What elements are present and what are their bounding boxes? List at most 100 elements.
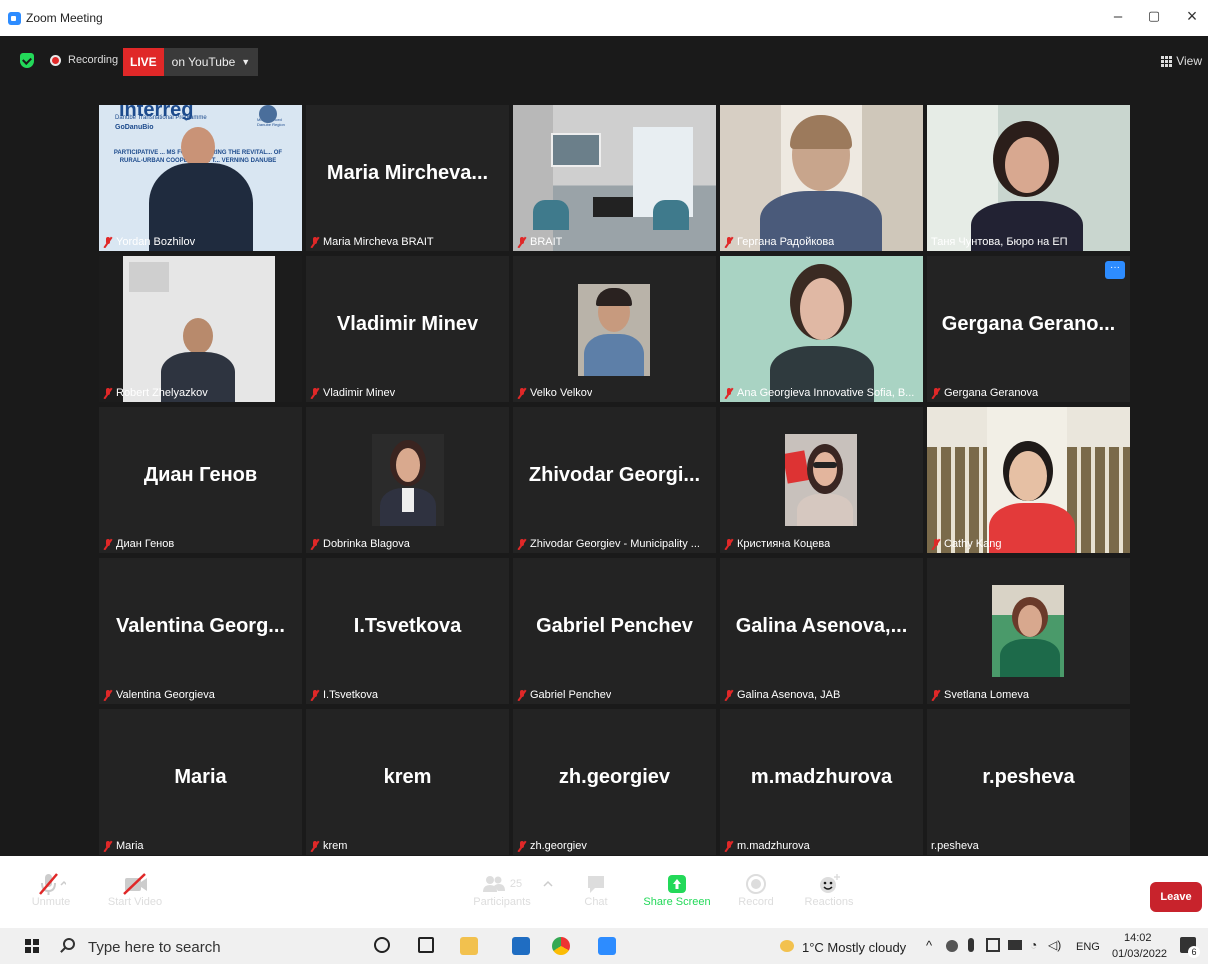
start-video-button[interactable]: Start Video — [106, 872, 164, 908]
participant-display-name: r.pesheva — [982, 766, 1075, 788]
muted-mic-icon — [517, 538, 527, 550]
participant-video — [720, 105, 923, 251]
live-destination-dropdown[interactable]: on YouTube ▼ — [163, 48, 259, 76]
microphone-tray-icon[interactable] — [968, 938, 974, 952]
video-tile-active-speaker[interactable]: Таня Чунтова, Бюро на ЕП — [927, 105, 1130, 251]
file-explorer-icon[interactable] — [460, 937, 478, 955]
weather-label[interactable]: 1°C Mostly cloudy — [802, 940, 906, 955]
participants-icon — [482, 876, 505, 892]
speaker-icon[interactable]: ◁) — [1048, 938, 1061, 952]
tray-app-icon[interactable] — [986, 938, 1000, 952]
battery-icon[interactable] — [1008, 940, 1022, 950]
video-tile[interactable]: Maria Mircheva... Maria Mircheva BRAIT — [306, 105, 509, 251]
muted-mic-icon — [310, 689, 320, 701]
reactions-button[interactable]: Reactions — [802, 872, 856, 908]
record-button[interactable]: Record — [736, 872, 776, 908]
video-tile[interactable]: Robert Zhelyazkov — [99, 256, 302, 402]
video-tile[interactable]: Ana Georgieva Innovative Sofia, B... — [720, 256, 923, 402]
video-tile[interactable]: Gabriel Penchev Gabriel Penchev — [513, 558, 716, 704]
video-tile[interactable]: Cathy Kang — [927, 407, 1130, 553]
participant-display-name: Galina Asenova,... — [735, 615, 908, 637]
leave-button[interactable]: Leave — [1150, 882, 1202, 912]
participants-options-button[interactable] — [538, 872, 558, 896]
video-tile[interactable]: Гергана Радойкова — [720, 105, 923, 251]
muted-mic-icon — [517, 387, 527, 399]
unmute-label: Unmute — [31, 896, 71, 908]
view-button[interactable]: View — [1161, 54, 1202, 68]
video-tile[interactable]: Диан Генов Диан Генов — [99, 407, 302, 553]
muted-mic-icon — [103, 387, 113, 399]
video-tile[interactable]: Velko Velkov — [513, 256, 716, 402]
participant-label: Gergana Geranova — [931, 387, 1038, 399]
search-icon — [63, 938, 75, 950]
chat-button[interactable]: Chat — [580, 872, 612, 908]
meeting-area: Recording LIVE on YouTube ▼ View interre… — [0, 36, 1208, 912]
outlook-icon[interactable] — [512, 937, 530, 955]
video-tile[interactable]: Dobrinka Blagova — [306, 407, 509, 553]
participant-label: zh.georgiev — [517, 840, 587, 852]
participant-label: Velko Velkov — [517, 387, 592, 399]
unmute-button[interactable]: Unmute — [28, 872, 74, 908]
share-screen-button[interactable]: Share Screen — [642, 872, 712, 908]
zoom-taskbar-icon[interactable] — [598, 937, 616, 955]
muted-mic-icon — [724, 236, 734, 248]
presentation-slide: interreg Danube Transnational Programme … — [99, 105, 302, 251]
grid-view-icon — [1161, 55, 1173, 67]
video-tile[interactable]: r.pesheva r.pesheva — [927, 709, 1130, 855]
caret-up-icon — [543, 880, 553, 887]
shield-icon[interactable] — [20, 53, 34, 68]
task-view-icon[interactable] — [418, 937, 434, 953]
windows-start-icon[interactable] — [25, 939, 39, 953]
participant-label: Gabriel Penchev — [517, 689, 611, 701]
tray-caret-up-icon[interactable]: ^ — [926, 938, 932, 953]
video-tile[interactable]: Кристияна Коцева — [720, 407, 923, 553]
video-tile[interactable]: I.Tsvetkova I.Tsvetkova — [306, 558, 509, 704]
zoom-app-icon — [8, 11, 21, 25]
more-options-button[interactable]: ··· — [1105, 261, 1125, 279]
video-tile[interactable]: Galina Asenova,... Galina Asenova, JAB — [720, 558, 923, 704]
video-tile[interactable]: interreg Danube Transnational Programme … — [99, 105, 302, 251]
language-indicator[interactable]: ENG — [1076, 941, 1100, 953]
maximize-button[interactable]: ▢ — [1144, 8, 1164, 24]
muted-mic-icon — [724, 387, 734, 399]
participant-label: Кристияна Коцева — [724, 538, 830, 550]
video-tile[interactable]: Valentina Georg... Valentina Georgieva — [99, 558, 302, 704]
live-stream-indicator[interactable]: LIVE on YouTube ▼ — [123, 48, 259, 76]
taskbar-search-input[interactable]: Type here to search — [88, 939, 221, 956]
profile-photo — [785, 434, 857, 526]
close-button[interactable]: × — [1182, 6, 1202, 27]
video-tile[interactable]: ··· Gergana Gerano... Gergana Geranova — [927, 256, 1130, 402]
video-tile[interactable]: Maria Maria — [99, 709, 302, 855]
video-tile[interactable]: Vladimir Minev Vladimir Minev — [306, 256, 509, 402]
wifi-icon[interactable]: ◔ — [1030, 938, 1037, 952]
video-tile[interactable]: Svetlana Lomeva — [927, 558, 1130, 704]
video-tile[interactable]: zh.georgiev zh.georgiev — [513, 709, 716, 855]
video-tile[interactable]: krem krem — [306, 709, 509, 855]
participants-button[interactable]: 25 Participants — [470, 872, 534, 908]
muted-mic-icon — [103, 840, 113, 852]
participant-label: Svetlana Lomeva — [931, 689, 1029, 701]
participant-label: Zhivodar Georgiev - Municipality ... — [517, 538, 700, 550]
muted-mic-icon — [931, 689, 941, 701]
cortana-icon[interactable] — [374, 937, 390, 953]
video-tile[interactable]: Zhivodar Georgi... Zhivodar Georgiev - M… — [513, 407, 716, 553]
slide-project: GoDanuBio — [115, 124, 154, 131]
video-tile[interactable]: BRAIT — [513, 105, 716, 251]
clock-time[interactable]: 14:02 — [1124, 932, 1152, 944]
participants-label: Participants — [473, 896, 531, 908]
muted-mic-icon — [310, 387, 320, 399]
chrome-icon[interactable] — [552, 937, 570, 955]
view-label: View — [1176, 54, 1202, 68]
participant-label: Maria — [103, 840, 144, 852]
clock-date[interactable]: 01/03/2022 — [1112, 948, 1167, 960]
participant-label: krem — [310, 840, 347, 852]
tray-app-icon[interactable] — [946, 940, 958, 952]
video-tile[interactable]: m.madzhurova m.madzhurova — [720, 709, 923, 855]
start-video-label: Start Video — [107, 896, 163, 908]
participant-label: Valentina Georgieva — [103, 689, 215, 701]
muted-microphone-icon — [39, 873, 66, 895]
participant-display-name: m.madzhurova — [750, 766, 893, 788]
live-destination-label: on YouTube — [171, 55, 236, 69]
participant-video — [99, 256, 302, 402]
minimize-button[interactable]: – — [1108, 8, 1128, 25]
